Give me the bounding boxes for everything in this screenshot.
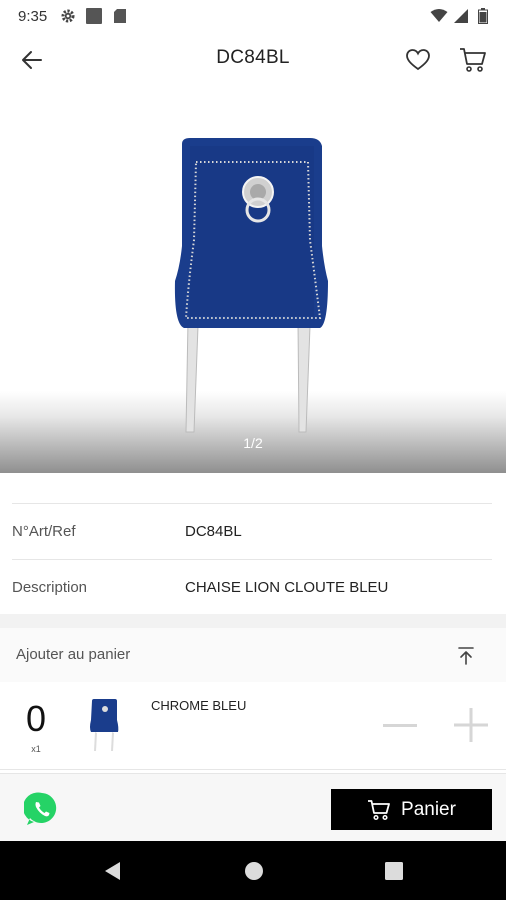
nav-recent-icon [385,862,403,880]
sd-card-icon [111,7,129,25]
bottom-action-bar: Panier [0,773,506,841]
arrow-left-icon [22,51,42,69]
plus-icon [454,708,488,742]
add-to-cart-label: Ajouter au panier [16,646,131,663]
whatsapp-button[interactable] [22,791,60,827]
add-to-cart-section: Ajouter au panier 0 x1 CHROME BLEU [0,628,506,773]
minus-icon [383,724,417,727]
signal-icon [452,7,470,25]
variant-thumbnail [90,699,119,751]
status-bar: 9:35 [0,0,506,32]
increase-quantity-button[interactable] [450,704,492,746]
panier-label: Panier [401,798,456,820]
nav-home-icon [245,862,263,880]
nav-home-button[interactable] [241,858,267,884]
wifi-icon [430,7,448,25]
heart-outline-icon [406,49,430,71]
favorite-button[interactable] [400,42,436,78]
product-image-gallery[interactable]: 1/2 [0,86,506,473]
cart-button[interactable] [455,42,491,78]
section-divider [0,614,506,628]
collapse-to-top-icon [458,647,474,665]
info-row-description: Description CHAISE LION CLOUTE BLEU [12,559,492,615]
nav-recent-button[interactable] [381,858,407,884]
add-to-cart-header: Ajouter au panier [0,628,506,682]
status-time: 9:35 [18,7,48,25]
info-value: DC84BL [185,523,242,540]
back-button[interactable] [14,42,50,78]
status-right-icons [430,7,492,25]
variant-name: CHROME BLEU [151,698,247,713]
info-value: CHAISE LION CLOUTE BLEU [185,579,389,596]
quantity-value: 0 [25,698,47,739]
quantity-unit: x1 [31,744,41,754]
info-label: Description [12,579,88,596]
nav-back-icon [105,862,120,880]
product-info: N°Art/Ref DC84BL Description CHAISE LION… [0,473,506,614]
system-navigation-bar [0,841,506,900]
status-left-icons [59,7,129,25]
info-label: N°Art/Ref [12,523,76,540]
info-row-ref: N°Art/Ref DC84BL [12,503,492,559]
panier-button[interactable]: Panier [331,789,492,830]
variant-row: 0 x1 CHROME BLEU [0,682,506,770]
square-icon [85,7,103,25]
collapse-button[interactable] [452,642,480,670]
battery-icon [474,7,492,25]
gear-icon [59,7,77,25]
cart-icon [368,799,390,820]
product-image [174,138,328,433]
app-bar: DC84BL [0,32,506,86]
whatsapp-icon [22,792,57,825]
image-counter: 1/2 [243,435,263,451]
decrease-quantity-button[interactable] [380,708,420,744]
cart-icon [460,48,486,72]
nav-back-button[interactable] [99,858,125,884]
